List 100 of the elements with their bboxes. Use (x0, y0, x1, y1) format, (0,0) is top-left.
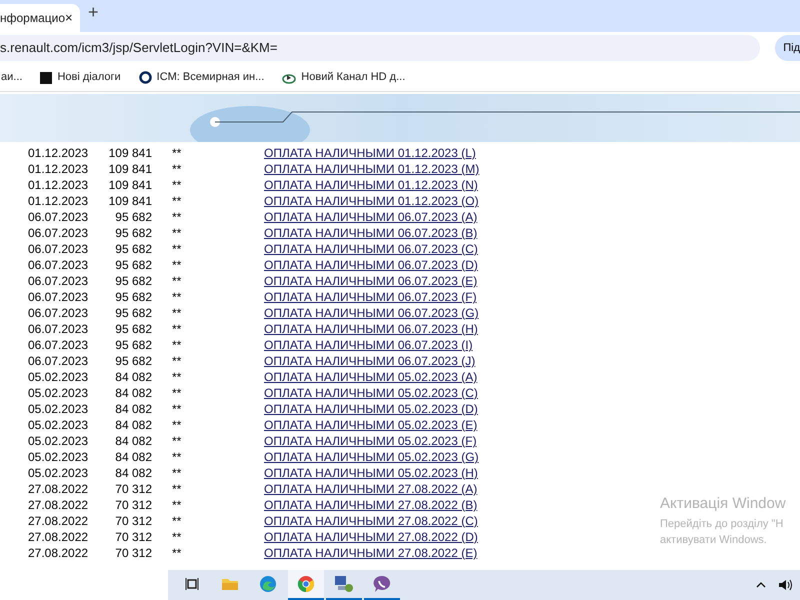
payment-link[interactable]: ОПЛАТА НАЛИЧНЫМИ 05.02.2023 (A) (264, 368, 478, 386)
date-cell-text: 27.08.2022 (28, 497, 90, 514)
speaker-icon[interactable] (778, 579, 792, 591)
payment-link[interactable]: ОПЛАТА НАЛИЧНЫМИ 01.12.2023 (N) (264, 176, 478, 194)
date-cell-text: 06.07.2023 (28, 337, 90, 354)
date-cell-text: 27.08.2022 (28, 513, 90, 530)
date-cell-text: 06.07.2023 (28, 225, 90, 242)
date-cell-text: 01.12.2023 (28, 177, 90, 194)
date-cell-text: 06.07.2023 (28, 321, 90, 338)
mileage-cell-text: 70 312 (114, 497, 152, 514)
date-cell-text: 06.07.2023 (28, 273, 90, 290)
close-icon[interactable]: × (65, 8, 73, 28)
payment-link[interactable]: ОПЛАТА НАЛИЧНЫМИ 06.07.2023 (I) (264, 336, 473, 354)
task-view-icon[interactable] (185, 577, 199, 591)
date-cell-text: 06.07.2023 (28, 353, 90, 370)
mileage-cell-text: 109 841 (108, 177, 152, 194)
payment-link[interactable]: ОПЛАТА НАЛИЧНЫМИ 01.12.2023 (M) (264, 160, 480, 178)
marker-cell-text: ** (172, 385, 182, 402)
payment-link[interactable]: ОПЛАТА НАЛИЧНЫМИ 27.08.2022 (E) (264, 544, 478, 562)
chat-bubble-icon[interactable] (373, 575, 391, 593)
date-cell-text: 27.08.2022 (28, 529, 90, 546)
chevron-up-icon[interactable] (756, 582, 766, 588)
payment-link[interactable]: ОПЛАТА НАЛИЧНЫМИ 06.07.2023 (G) (264, 304, 479, 322)
payment-link[interactable]: ОПЛАТА НАЛИЧНЫМИ 27.08.2022 (D) (264, 528, 478, 546)
bookmark-link[interactable]: Новий Канал HD д... (301, 69, 406, 86)
payment-link[interactable]: ОПЛАТА НАЛИЧНЫМИ 05.02.2023 (H) (264, 464, 478, 482)
date-cell-text: 05.02.2023 (28, 449, 90, 466)
payment-link[interactable]: ОПЛАТА НАЛИЧНЫМИ 27.08.2022 (B) (264, 496, 478, 514)
globe-icon (282, 72, 296, 84)
profile-button[interactable]: Під (775, 35, 800, 61)
new-tab-button[interactable]: + (88, 0, 99, 26)
browser-tab[interactable]: нформацио× (0, 4, 80, 32)
square-logo-icon (40, 72, 52, 84)
payment-link[interactable]: ОПЛАТА НАЛИЧНЫМИ 06.07.2023 (B) (264, 224, 478, 242)
marker-cell-text: ** (172, 145, 182, 162)
bookmark-link[interactable]: аи... (1, 69, 22, 86)
marker-cell-text: ** (172, 449, 182, 466)
mileage-cell-text: 70 312 (114, 529, 152, 546)
mileage-cell-text: 95 682 (114, 305, 152, 322)
mileage-cell-text: 95 682 (114, 209, 152, 226)
mileage-cell-text: 95 682 (114, 241, 152, 258)
mileage-cell-text: 95 682 (114, 225, 152, 242)
date-cell-text: 06.07.2023 (28, 241, 90, 258)
marker-cell-text: ** (172, 465, 182, 482)
activation-title: Активація Window (660, 494, 786, 514)
ring-icon (138, 71, 152, 84)
payment-link[interactable]: ОПЛАТА НАЛИЧНЫМИ 05.02.2023 (F) (264, 432, 477, 450)
date-cell-text: 01.12.2023 (28, 193, 90, 210)
mileage-cell-text: 84 082 (114, 369, 152, 386)
mileage-cell-text: 95 682 (114, 273, 152, 290)
payment-link[interactable]: ОПЛАТА НАЛИЧНЫМИ 06.07.2023 (C) (264, 240, 478, 258)
activation-text: активувати Windows. (660, 533, 768, 548)
marker-cell-text: ** (172, 401, 182, 418)
date-cell-text: 01.12.2023 (28, 161, 90, 178)
payment-link[interactable]: ОПЛАТА НАЛИЧНЫМИ 06.07.2023 (J) (264, 352, 476, 370)
mileage-cell-text: 84 082 (114, 465, 152, 482)
mileage-cell-text: 84 082 (114, 417, 152, 434)
payment-link[interactable]: ОПЛАТА НАЛИЧНЫМИ 05.02.2023 (C) (264, 384, 478, 402)
bookmark-link[interactable]: Нові діалоги (57, 69, 121, 86)
marker-cell-text: ** (172, 257, 182, 274)
payment-link[interactable]: ОПЛАТА НАЛИЧНЫМИ 05.02.2023 (E) (264, 416, 478, 434)
mileage-cell-text: 84 082 (114, 401, 152, 418)
payment-link[interactable]: ОПЛАТА НАЛИЧНЫМИ 27.08.2022 (A) (264, 480, 478, 498)
payment-link[interactable]: ОПЛАТА НАЛИЧНЫМИ 01.12.2023 (O) (264, 192, 479, 210)
computer-icon[interactable] (334, 575, 354, 593)
date-cell-text: 05.02.2023 (28, 401, 90, 418)
date-cell-text: 06.07.2023 (28, 257, 90, 274)
marker-cell-text: ** (172, 289, 182, 306)
marker-cell-text: ** (172, 193, 182, 210)
date-cell-text: 06.07.2023 (28, 209, 90, 226)
date-cell-text: 27.08.2022 (28, 481, 90, 498)
marker-cell-text: ** (172, 353, 182, 370)
payment-link[interactable]: ОПЛАТА НАЛИЧНЫМИ 06.07.2023 (D) (264, 256, 478, 274)
marker-cell-text: ** (172, 513, 182, 530)
date-cell-text: 05.02.2023 (28, 369, 90, 386)
mileage-cell-text: 95 682 (114, 321, 152, 338)
marker-cell-text: ** (172, 209, 182, 226)
browser-logo-icon[interactable] (297, 575, 315, 593)
mileage-cell-text: 95 682 (114, 337, 152, 354)
payment-link[interactable]: ОПЛАТА НАЛИЧНЫМИ 06.07.2023 (A) (264, 208, 478, 226)
marker-cell-text: ** (172, 497, 182, 514)
date-cell-text: 05.02.2023 (28, 385, 90, 402)
payment-link[interactable]: ОПЛАТА НАЛИЧНЫМИ 05.02.2023 (G) (264, 448, 479, 466)
marker-cell-text: ** (172, 417, 182, 434)
mileage-cell-text: 70 312 (114, 513, 152, 530)
payment-link[interactable]: ОПЛАТА НАЛИЧНЫМИ 06.07.2023 (H) (264, 320, 478, 338)
payment-link[interactable]: ОПЛАТА НАЛИЧНЫМИ 27.08.2022 (C) (264, 512, 478, 530)
payment-link[interactable]: ОПЛАТА НАЛИЧНЫМИ 06.07.2023 (F) (264, 288, 477, 306)
marker-cell-text: ** (172, 177, 182, 194)
date-cell-text: 06.07.2023 (28, 289, 90, 306)
marker-cell-text: ** (172, 529, 182, 546)
marker-cell-text: ** (172, 433, 182, 450)
mileage-cell-text: 109 841 (108, 161, 152, 178)
address-bar[interactable]: s.renault.com/icm3/jsp/ServletLogin?VIN=&KM= (0, 35, 760, 61)
payment-link[interactable]: ОПЛАТА НАЛИЧНЫМИ 01.12.2023 (L) (264, 144, 476, 162)
bookmark-link[interactable]: ICM: Всемирная ин... (156, 69, 264, 86)
marker-cell-text: ** (172, 241, 182, 258)
payment-link[interactable]: ОПЛАТА НАЛИЧНЫМИ 05.02.2023 (D) (264, 400, 478, 418)
payment-link[interactable]: ОПЛАТА НАЛИЧНЫМИ 06.07.2023 (E) (264, 272, 478, 290)
swirl-logo-icon[interactable] (259, 575, 277, 593)
